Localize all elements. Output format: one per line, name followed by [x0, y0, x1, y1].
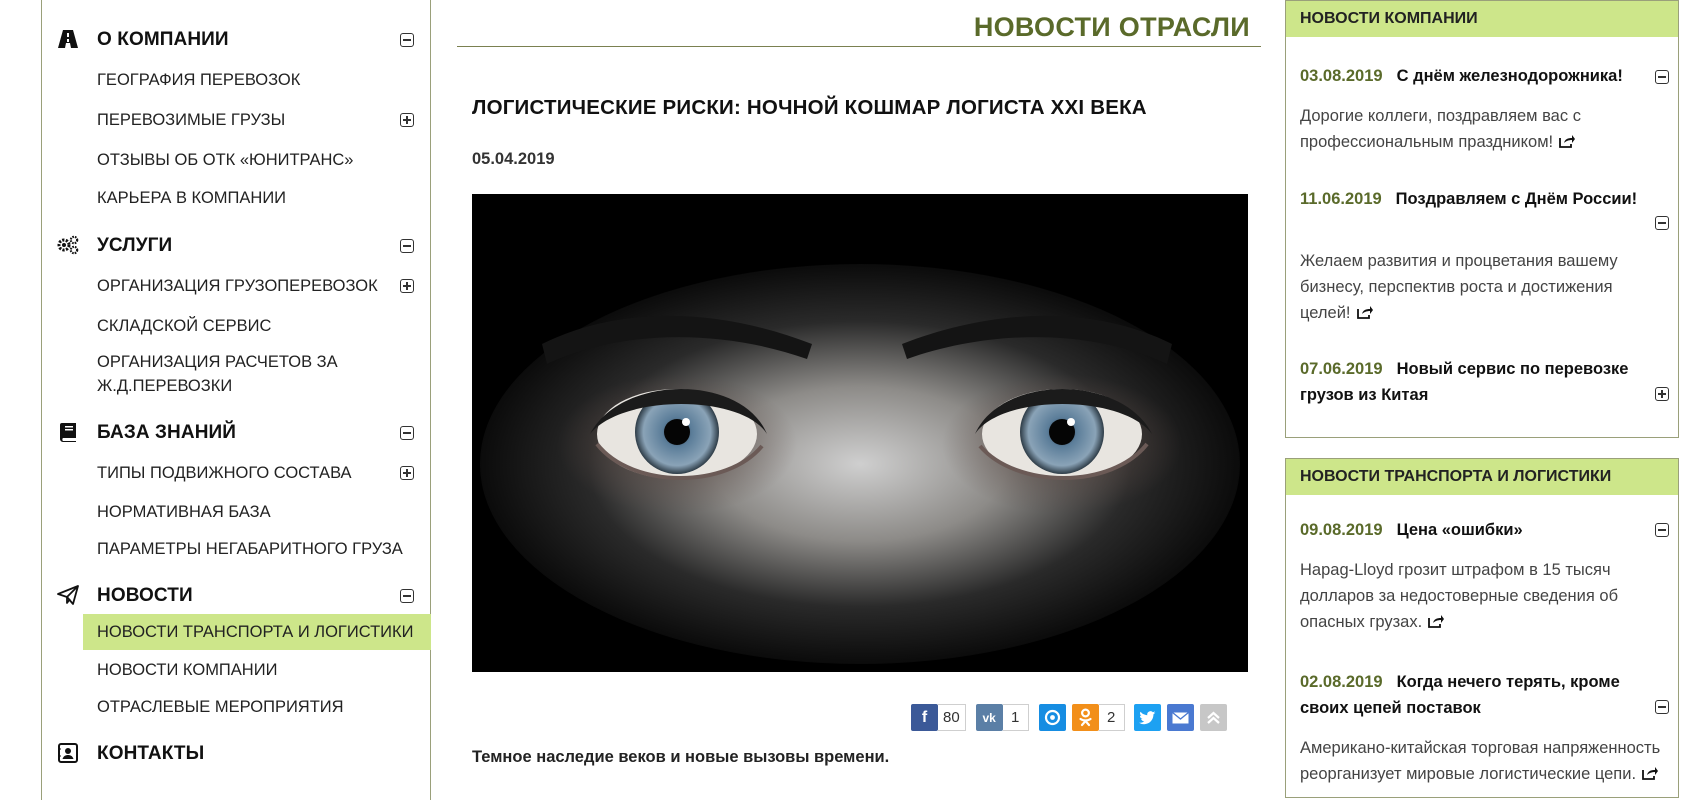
sidebar-item-regulations[interactable]: НОРМАТИВНАЯ БАЗА	[97, 500, 271, 524]
expand-icon[interactable]	[400, 279, 414, 293]
share-arrow-icon[interactable]	[1356, 305, 1373, 319]
vk-share-icon[interactable]: vk	[975, 704, 1003, 731]
article-image	[472, 194, 1248, 672]
collapse-icon[interactable]	[400, 239, 414, 253]
article-title: ЛОГИСТИЧЕСКИЕ РИСКИ: НОЧНОЙ КОШМАР ЛОГИС…	[472, 96, 1147, 119]
sidebar-section-title: КОНТАКТЫ	[97, 743, 205, 764]
sidebar-item-cargo-organization[interactable]: ОРГАНИЗАЦИЯ ГРУЗОПЕРЕВОЗОК	[97, 274, 378, 298]
news-body: Hapag-Lloyd грозит штрафом в 15 тысяч до…	[1300, 557, 1662, 635]
news-body-text: Hapag-Lloyd грозит штрафом в 15 тысяч до…	[1300, 561, 1619, 631]
collapse-icon[interactable]	[1655, 523, 1669, 537]
company-news-widget: НОВОСТИ КОМПАНИИ 03.08.2019 С днём железн…	[1285, 0, 1679, 438]
news-headline-row[interactable]: 09.08.2019 Цена «ошибки»	[1300, 517, 1662, 543]
sidebar-section-title: О КОМПАНИИ	[97, 29, 229, 50]
news-item[interactable]: 03.08.2019 С днём железнодорожника! Дорог…	[1300, 63, 1669, 155]
collapse-icon[interactable]	[400, 589, 414, 603]
news-headline-row[interactable]: 03.08.2019 С днём железнодорожника!	[1300, 63, 1662, 89]
sidebar-section-services[interactable]: УСЛУГИ	[42, 230, 430, 260]
news-date: 09.08.2019	[1300, 521, 1383, 539]
sidebar-item-warehouse[interactable]: СКЛАДСКОЙ СЕРВИС	[97, 314, 271, 338]
share-arrow-icon[interactable]	[1559, 134, 1576, 148]
collapse-icon[interactable]	[400, 33, 414, 47]
share-arrow-icon[interactable]	[1642, 766, 1659, 780]
widget-title: НОВОСТИ КОМПАНИИ	[1286, 1, 1678, 37]
sidebar-section-contacts[interactable]: КОНТАКТЫ	[42, 738, 430, 768]
odnoklassniki-share-count: 2	[1098, 704, 1125, 731]
sidebar-item-industry-events[interactable]: ОТРАСЛЕВЫЕ МЕРОПРИЯТИЯ	[97, 695, 344, 719]
sidebar-section-title: НОВОСТИ	[97, 585, 193, 606]
news-date: 03.08.2019	[1300, 67, 1383, 85]
sidebar-section-about[interactable]: О КОМПАНИИ	[42, 24, 430, 54]
gears-icon	[56, 234, 80, 256]
news-date: 11.06.2019	[1300, 190, 1382, 208]
news-headline-row[interactable]: 11.06.2019 Поздравляем с Днём России!	[1300, 186, 1662, 212]
news-body: Дорогие коллеги, поздравляем вас с профе…	[1300, 103, 1662, 155]
sidebar-item-rail-settlements[interactable]: ОРГАНИЗАЦИЯ РАСЧЕТОВ ЗА Ж.Д.ПЕРЕВОЗКИ	[97, 350, 338, 398]
share-arrow-icon[interactable]	[1428, 614, 1445, 628]
odnoklassniki-share-icon[interactable]	[1071, 704, 1099, 731]
news-headline[interactable]: Цена «ошибки»	[1397, 521, 1523, 539]
sidebar-item-geography[interactable]: ГЕОГРАФИЯ ПЕРЕВОЗОК	[97, 68, 300, 92]
news-item[interactable]: 09.08.2019 Цена «ошибки» Hapag-Lloyd гроз…	[1300, 517, 1669, 635]
moimir-share-icon[interactable]	[1038, 704, 1066, 731]
sidebar-item-reviews[interactable]: ОТЗЫВЫ ОБ ОТК «ЮНИТРАНС»	[97, 148, 353, 172]
sidebar-item-label: Ж.Д.ПЕРЕВОЗКИ	[97, 377, 233, 395]
news-body-text: Дорогие коллеги, поздравляем вас с профе…	[1300, 107, 1581, 151]
sidebar-section-knowledge[interactable]: БАЗА ЗНАНИЙ	[42, 417, 430, 447]
title-divider	[457, 46, 1261, 47]
paper-plane-icon	[56, 584, 80, 606]
news-date: 07.06.2019	[1300, 360, 1383, 378]
news-date: 02.08.2019	[1300, 673, 1383, 691]
sidebar-section-title: УСЛУГИ	[97, 235, 173, 256]
book-icon	[56, 421, 80, 443]
news-body-text: Американо-китайская торговая напряженнос…	[1300, 739, 1661, 783]
vk-share-count: 1	[1002, 704, 1029, 731]
contact-card-icon	[56, 742, 80, 764]
news-body-text: Желаем развития и процветания вашему биз…	[1300, 252, 1618, 322]
sidebar-section-news[interactable]: НОВОСТИ	[42, 580, 430, 610]
news-body: Американо-китайская торговая напряженнос…	[1300, 735, 1662, 787]
sidebar-item-rolling-stock[interactable]: ТИПЫ ПОДВИЖНОГО СОСТАВА	[97, 461, 352, 485]
news-headline-row[interactable]: 07.06.2019 Новый сервис по перевозке груз…	[1300, 356, 1662, 408]
road-icon	[56, 28, 80, 50]
sidebar-item-label: ОРГАНИЗАЦИЯ РАСЧЕТОВ ЗА	[97, 353, 338, 371]
collapse-icon[interactable]	[400, 426, 414, 440]
widget-title: НОВОСТИ ТРАНСПОРТА И ЛОГИСТИКИ	[1286, 459, 1678, 495]
sidebar-section-title: БАЗА ЗНАНИЙ	[97, 422, 237, 443]
expand-icon[interactable]	[1655, 387, 1669, 401]
email-share-icon[interactable]	[1166, 704, 1194, 731]
sidebar-item-cargo[interactable]: ПЕРЕВОЗИМЫЕ ГРУЗЫ	[97, 108, 285, 132]
twitter-share-icon[interactable]	[1133, 704, 1161, 731]
sidebar-item-career[interactable]: КАРЬЕРА В КОМПАНИИ	[97, 186, 286, 210]
news-body: Желаем развития и процветания вашему биз…	[1300, 248, 1662, 326]
sidebar-nav: О КОМПАНИИ ГЕОГРАФИЯ ПЕРЕВОЗОК ПЕРЕВОЗИМ…	[41, 0, 431, 800]
collapse-icon[interactable]	[1655, 216, 1669, 230]
facebook-share-count: 80	[938, 704, 966, 731]
transport-news-widget: НОВОСТИ ТРАНСПОРТА И ЛОГИСТИКИ 09.08.201…	[1285, 458, 1679, 798]
facebook-share-icon[interactable]: f	[911, 704, 938, 731]
collapse-icon[interactable]	[1655, 700, 1669, 714]
scroll-up-icon[interactable]	[1199, 704, 1227, 731]
collapse-icon[interactable]	[1655, 70, 1669, 84]
sidebar-item-company-news[interactable]: НОВОСТИ КОМПАНИИ	[97, 658, 277, 682]
page-title: НОВОСТИ ОТРАСЛИ	[973, 12, 1250, 42]
expand-icon[interactable]	[400, 466, 414, 480]
article-lead: Темное наследие веков и новые вызовы вре…	[472, 748, 890, 766]
news-headline[interactable]: Поздравляем с Днём России!	[1396, 190, 1637, 208]
news-item[interactable]: 07.06.2019 Новый сервис по перевозке груз…	[1300, 356, 1669, 408]
news-item[interactable]: 11.06.2019 Поздравляем с Днём России! Жел…	[1300, 186, 1669, 326]
share-bar: f 80 vk 1 2	[911, 703, 1227, 732]
news-item[interactable]: 02.08.2019 Когда нечего терять, кроме сво…	[1300, 669, 1669, 787]
article-date: 05.04.2019	[472, 150, 555, 168]
news-headline-row[interactable]: 02.08.2019 Когда нечего терять, кроме сво…	[1300, 669, 1662, 721]
sidebar-item-oversized-cargo[interactable]: ПАРАМЕТРЫ НЕГАБАРИТНОГО ГРУЗА	[97, 537, 403, 561]
sidebar-item-transport-news[interactable]: НОВОСТИ ТРАНСПОРТА И ЛОГИСТИКИ	[97, 620, 414, 644]
expand-icon[interactable]	[400, 113, 414, 127]
news-headline[interactable]: С днём железнодорожника!	[1397, 67, 1623, 85]
